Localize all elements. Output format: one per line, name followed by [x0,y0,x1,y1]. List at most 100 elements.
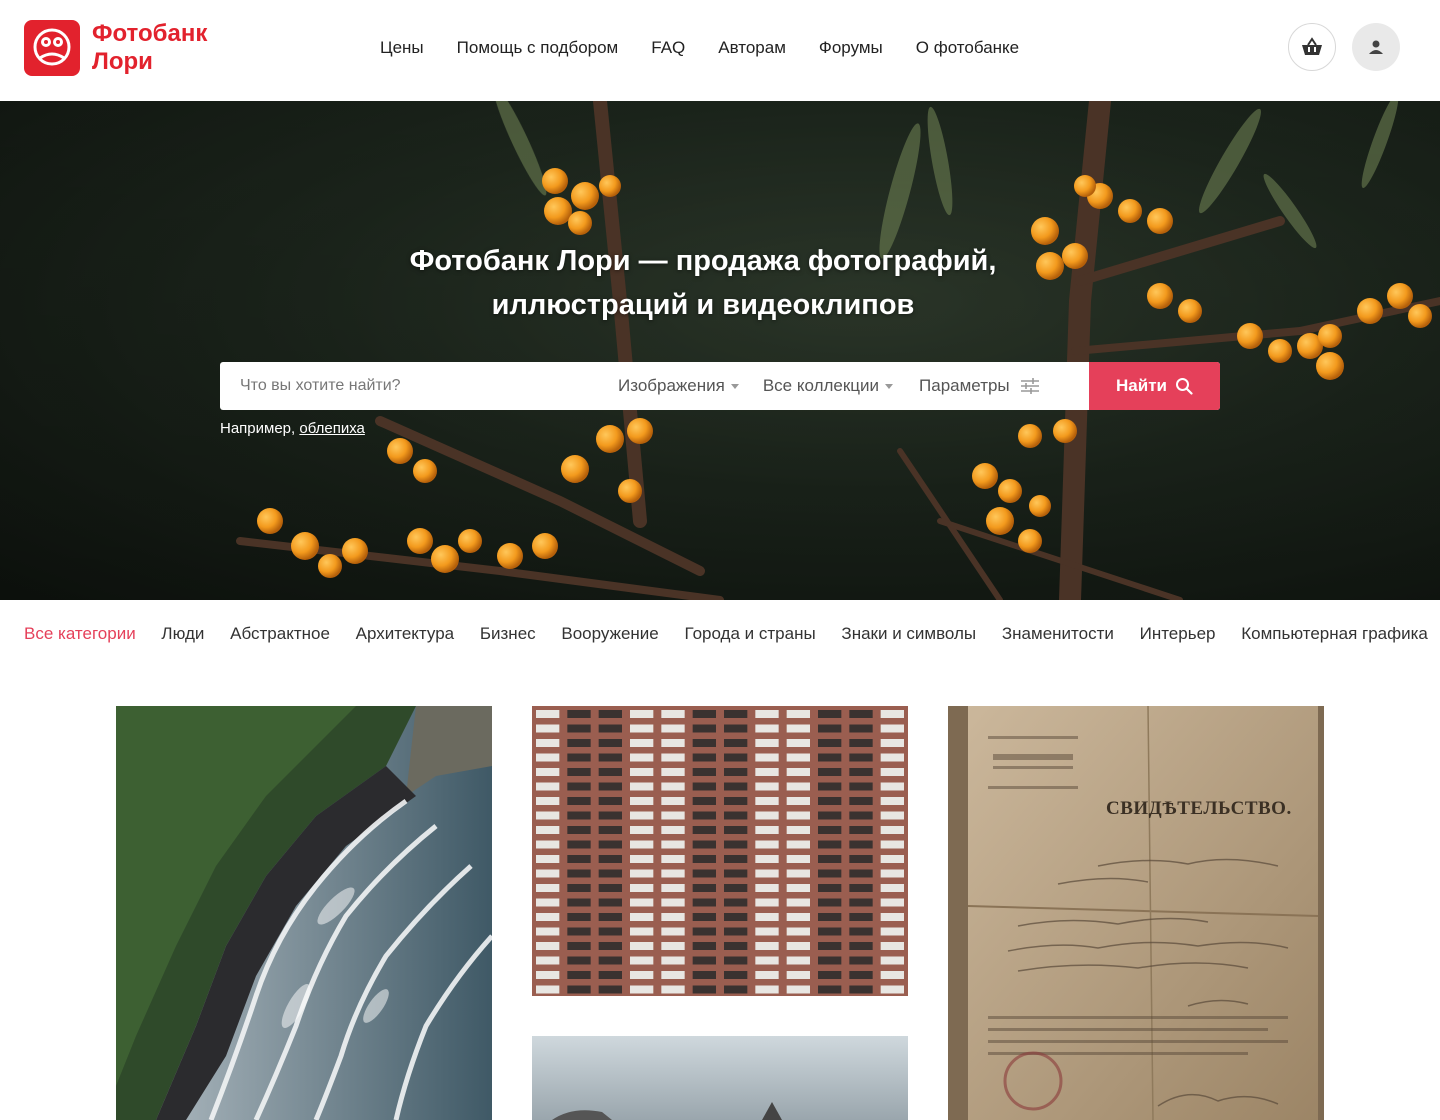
category-architecture[interactable]: Архитектура [356,624,454,643]
building-window [567,985,591,994]
building-window [536,739,560,747]
building-window [536,797,560,805]
building-window [755,898,779,907]
building-window [818,898,842,907]
building-window [692,739,716,747]
building-window [598,884,622,892]
category-weapons[interactable]: Вооружение [561,624,658,643]
building-window [724,782,748,791]
building-window [630,826,654,834]
category-celebrities[interactable]: Знаменитости [1002,624,1114,643]
building-window [598,913,622,921]
building-window [598,869,622,878]
building-window [849,913,873,921]
building-window [724,971,748,979]
building-window [724,797,748,805]
nav-help[interactable]: Помощь с подбором [457,36,619,60]
building-window [786,913,810,921]
building-window [755,985,779,994]
category-interior[interactable]: Интерьер [1140,624,1216,643]
building-window [536,724,560,733]
media-type-select[interactable]: Изображения [618,362,739,410]
search-example: Например, облепиха [220,420,365,437]
building-window [724,898,748,907]
building-window [880,855,904,863]
building-window [630,927,654,936]
building-window [724,710,748,718]
example-link[interactable]: облепиха [299,420,365,437]
building-window [724,956,748,965]
category-computer-graphics[interactable]: Компьютерная графика [1241,624,1428,643]
user-button[interactable] [1352,23,1400,71]
building-window [692,753,716,762]
building-window [567,971,591,979]
building-window [630,869,654,878]
category-bar: Все категории Люди Абстрактное Архитекту… [24,624,1440,644]
building-window [818,826,842,834]
building-window [880,898,904,907]
category-all[interactable]: Все категории [24,624,136,643]
nav-forums[interactable]: Форумы [819,36,883,60]
building-window [818,724,842,733]
category-people[interactable]: Люди [161,624,204,643]
collections-select[interactable]: Все коллекции [763,362,894,410]
nav-faq[interactable]: FAQ [651,36,685,60]
building-window [567,898,591,907]
hero-title: Фотобанк Лори — продажа фотографий, иллю… [0,239,1406,327]
building-window [630,768,654,776]
sky-photo [532,1036,908,1120]
building-window [818,739,842,747]
params-button[interactable]: Параметры [919,362,1040,410]
nav-authors[interactable]: Авторам [718,36,786,60]
building-window [818,768,842,776]
building-window [724,811,748,820]
cart-button[interactable] [1288,23,1336,71]
category-cities[interactable]: Города и страны [685,624,816,643]
building-window [567,855,591,863]
building-window [536,710,560,718]
building-window [755,826,779,834]
building-window [630,724,654,733]
photo-tile-document[interactable]: СВИДѢТЕЛЬСТВО. [948,706,1324,1120]
building-window [880,927,904,936]
building-window [849,811,873,820]
search-input[interactable] [220,362,590,410]
photo-tile-sky[interactable] [532,1036,908,1120]
category-abstract[interactable]: Абстрактное [230,624,330,643]
nav-prices[interactable]: Цены [380,36,424,60]
building-window [692,927,716,936]
building-window [755,884,779,892]
building-window [849,855,873,863]
building-window [630,985,654,994]
category-signs[interactable]: Знаки и символы [841,624,976,643]
building-window [849,724,873,733]
building-window [661,956,685,965]
building-window [724,840,748,849]
building-window [536,884,560,892]
logo[interactable]: Фотобанк Лори [24,20,207,76]
search-bar: Изображения Все коллекции Параметры Найт… [220,362,1220,410]
chevron-down-icon [885,383,894,389]
building-window [598,985,622,994]
building-window [567,942,591,950]
nav-about[interactable]: О фотобанке [916,36,1019,60]
building-window [692,898,716,907]
photo-tile-building[interactable] [532,706,908,996]
building-window [880,956,904,965]
building-window [692,942,716,950]
building-window [661,811,685,820]
building-window [786,797,810,805]
building-window [724,884,748,892]
search-button[interactable]: Найти [1089,362,1220,410]
building-window [598,971,622,979]
building-window [692,971,716,979]
building-window [755,797,779,805]
category-business[interactable]: Бизнес [480,624,536,643]
building-window [536,782,560,791]
building-window [849,840,873,849]
photo-tile-coast[interactable] [116,706,492,1120]
building-window [818,985,842,994]
hero-banner: Фотобанк Лори — продажа фотографий, иллю… [0,101,1440,600]
building-window [598,724,622,733]
building-window [536,898,560,907]
